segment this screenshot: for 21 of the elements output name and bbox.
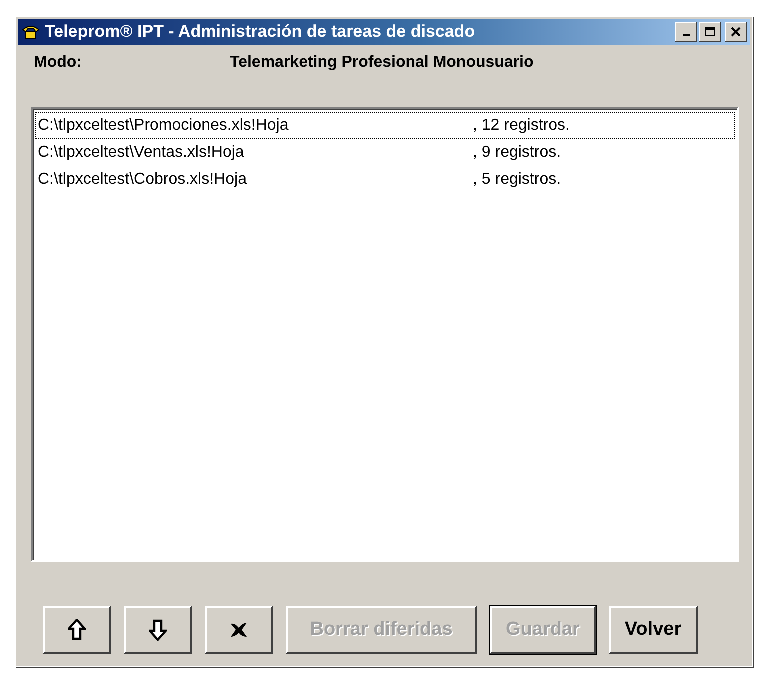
maximize-button[interactable] [699, 22, 721, 42]
minimize-icon [682, 34, 690, 36]
delete-icon [229, 622, 249, 638]
action-button[interactable]: Volver [608, 606, 698, 654]
down-arrow-icon [149, 619, 167, 641]
list-item[interactable]: C:\tlpxceltest\Cobros.xls!Hoja , 5 registros. [35, 166, 735, 193]
list-item[interactable]: C:\tlpxceltest\Ventas.xls!Hoja , 9 registros. [35, 139, 735, 166]
move-up-button[interactable] [43, 606, 111, 654]
list-item[interactable]: C:\tlpxceltest\Promociones.xls!Hoja , 12 registros. [35, 112, 735, 139]
mode-value: Telemarketing Profesional Monousuario [230, 54, 534, 72]
minimize-button[interactable] [675, 22, 697, 42]
close-button[interactable] [725, 22, 747, 42]
window-title: Teleprom® IPT - Administración de tareas de discado [45, 22, 476, 42]
maximize-icon [704, 27, 716, 37]
delete-button[interactable] [205, 606, 273, 654]
close-icon [731, 27, 741, 37]
task-list[interactable]: C:\tlpxceltest\Promociones.xls!Hoja , 12 registros. C:\tlpxceltest\Ventas.xls!Hoja , 9 registros. C:\tlpxceltest\Cobros.xls!Hoja , 5 registros. [31, 107, 739, 562]
mode-label: Modo: [34, 54, 83, 72]
telephone-icon [21, 23, 41, 41]
up-arrow-icon [68, 619, 86, 641]
move-down-button[interactable] [124, 606, 192, 654]
